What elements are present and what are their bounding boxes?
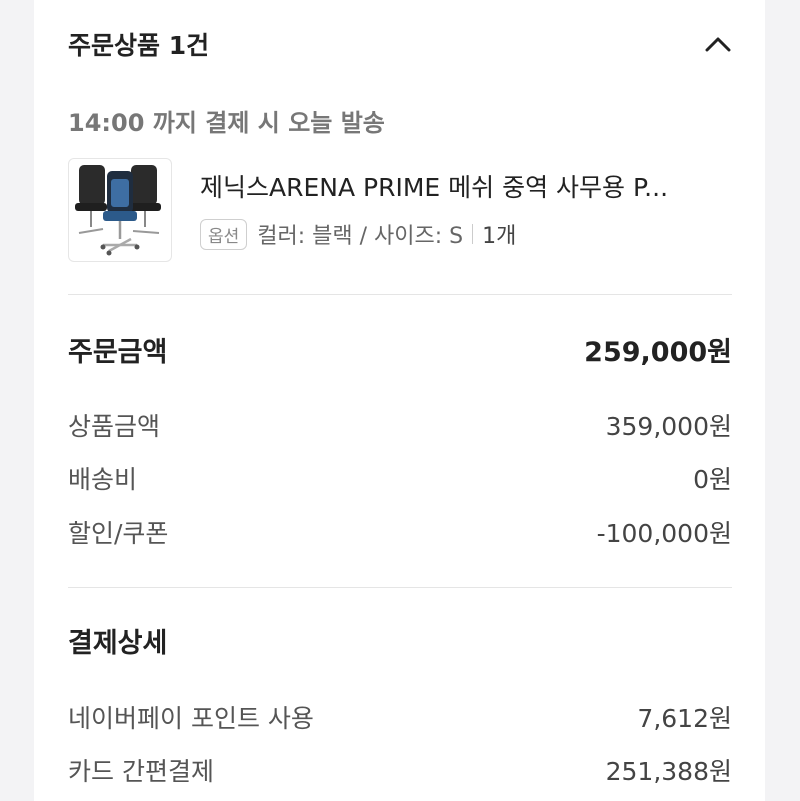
order-items-header[interactable]: 주문상품 1건 <box>68 22 732 66</box>
payment-row-value: 7,612원 <box>637 704 732 733</box>
option-separator <box>472 224 474 244</box>
shipping-notice: 14:00 까지 결제 시 오늘 발송 <box>68 109 385 137</box>
product-item[interactable]: 제닉스ARENA PRIME 메쉬 중역 사무용 P... 옵션 컬러: 블랙 … <box>68 158 732 262</box>
amount-row-discount: 할인/쿠폰 -100,000원 <box>68 514 732 550</box>
option-badge: 옵션 <box>200 218 248 250</box>
order-items-title: 주문상품 1건 <box>68 31 210 60</box>
product-thumbnail[interactable] <box>68 158 172 262</box>
amount-row-product: 상품금액 359,000원 <box>68 407 732 443</box>
product-option-line: 옵션 컬러: 블랙 / 사이즈: S 1개 <box>200 218 734 250</box>
amount-row-label: 상품금액 <box>68 412 161 441</box>
product-name[interactable]: 제닉스ARENA PRIME 메쉬 중역 사무용 P... <box>200 168 734 204</box>
payment-row-value: 251,388원 <box>605 757 732 786</box>
amount-row-value: -100,000원 <box>596 519 732 548</box>
amount-row-label: 할인/쿠폰 <box>68 519 169 548</box>
amount-row-value: 359,000원 <box>605 412 732 441</box>
divider <box>68 587 732 588</box>
order-summary-card: 주문상품 1건 14:00 까지 결제 시 오늘 발송 제닉스ARENA PRI… <box>34 0 765 801</box>
amount-row-value: 0원 <box>693 465 732 494</box>
payment-row-label: 카드 간편결제 <box>68 757 214 786</box>
divider <box>68 294 732 295</box>
chevron-up-icon[interactable] <box>704 30 732 58</box>
option-text: 컬러: 블랙 / 사이즈: S <box>257 224 464 249</box>
order-amount-label: 주문금액 <box>68 337 168 368</box>
order-amount-total: 259,000원 <box>584 337 732 368</box>
payment-row-card: 카드 간편결제 251,388원 <box>68 752 732 788</box>
order-amount-header: 주문금액 259,000원 <box>68 330 732 369</box>
payment-details-label: 결제상세 <box>68 628 168 659</box>
payment-row-label: 네이버페이 포인트 사용 <box>68 704 314 733</box>
payment-details-header: 결제상세 <box>68 621 732 660</box>
payment-row-points: 네이버페이 포인트 사용 7,612원 <box>68 699 732 735</box>
amount-row-label: 배송비 <box>68 465 138 494</box>
quantity-text: 1개 <box>482 224 517 249</box>
amount-row-shipping: 배송비 0원 <box>68 460 732 496</box>
